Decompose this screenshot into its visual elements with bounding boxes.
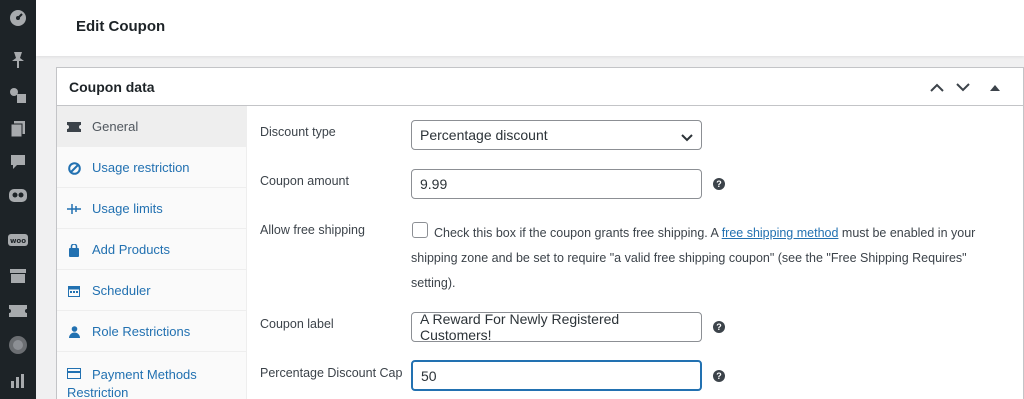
woo-icon[interactable]: woo [0, 228, 36, 252]
user-icon [67, 325, 81, 339]
chevron-up-icon[interactable] [928, 78, 946, 96]
calendar-icon [67, 284, 81, 298]
coupons-icon[interactable] [0, 299, 36, 323]
discount-type-select[interactable]: Percentage discount [411, 120, 702, 150]
percentage-cap-input[interactable]: 50 [411, 360, 702, 391]
tab-role-restrictions[interactable]: Role Restrictions [57, 311, 247, 352]
tab-payment-methods-restriction[interactable]: Payment Methods Restriction [57, 352, 247, 399]
products-icon[interactable] [0, 264, 36, 288]
tab-usage-limits[interactable]: Usage limits [57, 188, 247, 229]
free-shipping-method-link[interactable]: free shipping method [722, 226, 839, 240]
panel-header: Coupon data [57, 68, 1023, 106]
stats-icon[interactable] [0, 369, 36, 393]
free-shipping-description: Check this box if the coupon grants free… [411, 226, 976, 290]
help-icon[interactable]: ? [713, 178, 725, 190]
free-shipping-label: Allow free shipping [260, 223, 365, 237]
plugin-robot-icon[interactable] [0, 183, 36, 207]
coupon-amount-input[interactable]: 9.99 [411, 169, 702, 199]
analytics-icon[interactable] [0, 333, 36, 357]
discount-type-value: Percentage discount [420, 127, 548, 143]
coupon-data-panel: Coupon data General Usage restriction Us… [56, 67, 1024, 399]
coupon-label-value: A Reward For Newly Registered Customers! [420, 311, 620, 343]
svg-text:woo: woo [10, 237, 26, 245]
no-icon [67, 161, 81, 175]
pages-icon[interactable] [0, 117, 36, 141]
limits-icon [67, 202, 81, 216]
pin-icon[interactable] [0, 48, 36, 72]
admin-sidebar: woo [0, 0, 36, 399]
panel-title: Coupon data [69, 79, 155, 95]
discount-type-label: Discount type [260, 125, 336, 139]
tab-scheduler[interactable]: Scheduler [57, 270, 247, 311]
ticket-icon [67, 120, 81, 134]
page-title: Edit Coupon [76, 18, 166, 35]
payment-icon [67, 366, 81, 380]
coupon-label-label: Coupon label [260, 317, 334, 331]
tab-general[interactable]: General [57, 106, 247, 147]
help-icon[interactable]: ? [713, 370, 725, 382]
media-icon[interactable] [0, 83, 36, 107]
chevron-down-icon [681, 129, 693, 145]
coupon-label-input[interactable]: A Reward For Newly Registered Customers! [411, 311, 702, 343]
percentage-cap-value: 50 [421, 367, 437, 384]
dashboard-icon[interactable] [0, 6, 36, 30]
percentage-cap-label: Percentage Discount Cap [260, 366, 403, 380]
cart-icon [67, 243, 81, 257]
coupon-amount-value: 9.99 [420, 176, 448, 192]
tab-usage-restriction[interactable]: Usage restriction [57, 147, 247, 188]
chevron-down-icon[interactable] [954, 78, 972, 96]
toggle-arrow-icon[interactable] [986, 78, 1004, 96]
comments-icon[interactable] [0, 150, 36, 174]
page-header: Edit Coupon [36, 0, 1024, 56]
coupon-amount-label: Coupon amount [260, 174, 349, 188]
coupon-tabs: General Usage restriction Usage limits A… [57, 106, 247, 399]
tab-add-products[interactable]: Add Products [57, 229, 247, 270]
help-icon[interactable]: ? [713, 321, 725, 333]
